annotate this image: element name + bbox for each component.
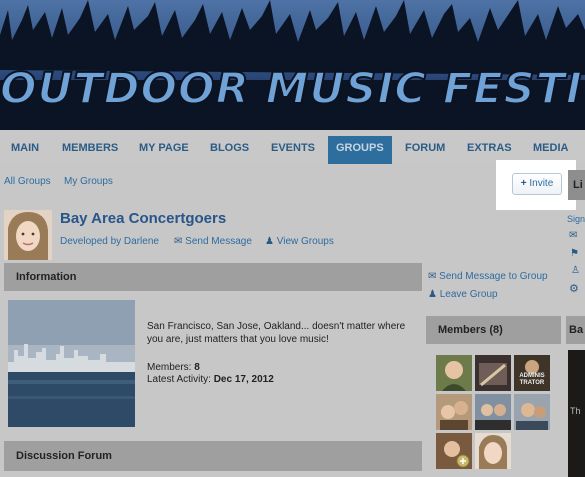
right-image-partial[interactable]: Th [568, 350, 585, 477]
group-icon: ♟ [428, 289, 437, 300]
send-message-to-group-link[interactable]: ✉ Send Message to Group [428, 271, 548, 282]
members-stat: Members: 8 [147, 362, 200, 373]
nav-blogs[interactable]: BLOGS [210, 130, 249, 164]
my-groups-link[interactable]: My Groups [64, 176, 113, 187]
right-panel-tab[interactable]: Li [568, 170, 585, 200]
nav-media[interactable]: MEDIA [533, 130, 568, 164]
group-description: San Francisco, San Jose, Oakland... does… [147, 321, 406, 345]
group-icon: ♟ [265, 236, 274, 247]
developed-by-link[interactable]: Developed by Darlene [60, 236, 159, 247]
send-message-link[interactable]: ✉ Send Message [174, 236, 252, 247]
send-message-label: Send Message [185, 236, 252, 247]
members-header: Members (8) [426, 316, 561, 344]
view-groups-label: View Groups [276, 236, 334, 247]
latest-activity-label: Latest Activity: [147, 374, 211, 385]
send-message-to-group-label: Send Message to Group [439, 271, 548, 282]
member-avatar[interactable] [475, 355, 511, 391]
leave-group-label: Leave Group [439, 289, 498, 300]
city-skyline-image [8, 300, 135, 427]
group-photo[interactable] [8, 300, 135, 427]
envelope-icon[interactable]: ✉ [569, 230, 577, 241]
ba-header: Ba [566, 316, 585, 344]
administrator-badge: ADMINIS TRATOR [519, 373, 545, 386]
member-avatar[interactable] [475, 394, 511, 430]
member-avatar[interactable] [436, 355, 472, 391]
owner-avatar-image [4, 210, 52, 260]
sign-link[interactable]: Sign [567, 214, 585, 224]
information-header: Information [4, 263, 422, 291]
envelope-icon: ✉ [174, 236, 183, 247]
nav-forum[interactable]: FORUM [405, 130, 445, 164]
site-banner: OUTDOOR MUSIC FESTIVALS [0, 0, 585, 130]
user-icon[interactable]: ♙ [571, 265, 580, 276]
tag-icon[interactable]: ⚑ [570, 248, 579, 259]
settings-icon[interactable]: ⚙ [569, 282, 579, 295]
owner-avatar[interactable] [4, 210, 52, 260]
member-avatar-admin[interactable]: ADMINIS TRATOR [514, 355, 550, 391]
latest-activity-date: Dec 17, 2012 [213, 374, 274, 385]
member-avatar[interactable] [436, 433, 472, 469]
member-avatar[interactable] [436, 394, 472, 430]
member-avatar[interactable] [475, 433, 511, 469]
nav-my-page[interactable]: MY PAGE [139, 130, 189, 164]
view-groups-link[interactable]: ♟ View Groups [265, 236, 334, 247]
nav-extras[interactable]: EXTRAS [467, 130, 512, 164]
leave-group-link[interactable]: ♟ Leave Group [428, 289, 498, 300]
nav-groups[interactable]: GROUPS [328, 136, 392, 164]
invite-button[interactable]: + Invite [512, 173, 562, 195]
envelope-icon: ✉ [428, 271, 437, 282]
member-avatar[interactable] [514, 394, 550, 430]
plus-icon: + [520, 178, 527, 189]
nav-members[interactable]: MEMBERS [62, 130, 118, 164]
discussion-forum-header: Discussion Forum [4, 441, 422, 471]
all-groups-link[interactable]: All Groups [4, 176, 51, 187]
members-count: 8 [194, 362, 200, 373]
main-nav: MAIN MEMBERS MY PAGE BLOGS EVENTS GROUPS… [0, 130, 585, 164]
th-text: Th [570, 406, 581, 416]
latest-activity-stat: Latest Activity: Dec 17, 2012 [147, 374, 274, 385]
invite-label: Invite [529, 178, 554, 189]
members-label: Members: [147, 362, 192, 373]
right-sidebar-partial: Sign ✉ ⚑ ♙ ⚙ Ba Th [566, 210, 585, 477]
nav-main[interactable]: MAIN [11, 130, 39, 164]
site-title[interactable]: OUTDOOR MUSIC FESTIVALS [0, 63, 585, 115]
nav-events[interactable]: EVENTS [271, 130, 315, 164]
group-title: Bay Area Concertgoers [60, 210, 227, 227]
